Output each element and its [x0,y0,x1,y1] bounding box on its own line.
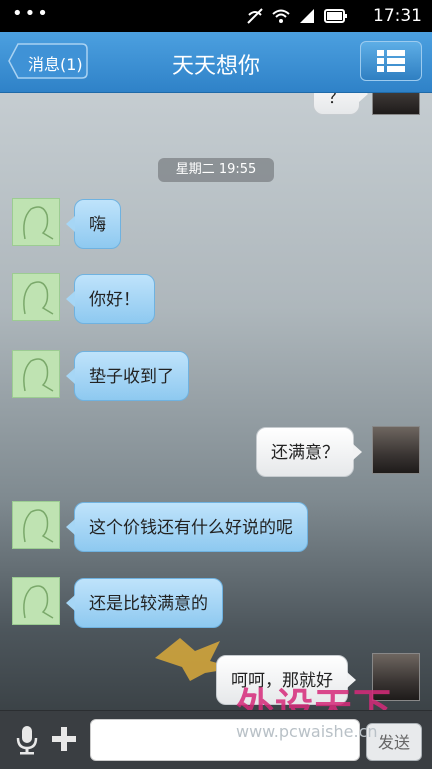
avatar-self[interactable] [372,426,420,474]
avatar-contact[interactable] [12,198,60,246]
message-bubble-incoming[interactable]: 垫子收到了 [66,351,189,401]
person-silhouette-icon [23,206,54,240]
plus-icon[interactable] [50,725,78,753]
avatar-contact[interactable] [12,577,60,625]
clock: 17:31 [373,6,422,26]
avatar-contact[interactable] [12,350,60,398]
avatar-contact[interactable] [12,501,60,549]
menu-button[interactable] [360,41,422,81]
message-bubble-incoming[interactable]: 这个价钱还有什么好说的呢 [66,502,308,552]
avatar-contact[interactable] [12,273,60,321]
list-menu-icon [377,50,405,72]
message-bubble-outgoing[interactable]: 还满意？ [256,427,362,477]
wifi-icon [272,9,290,23]
chat-header: 消息(1) 天天想你 [0,32,432,93]
person-silhouette-icon [23,281,54,315]
microphone-icon[interactable] [14,725,40,755]
message-bubble-outgoing[interactable]: ？ [313,93,368,115]
person-silhouette-icon [23,585,54,619]
cell-signal-icon [300,9,314,23]
battery-icon [324,9,347,23]
watermark-url: www.pcwaishe.cn [236,722,378,741]
message-bubble-incoming[interactable]: 你好！ [66,274,155,324]
no-signal-icon [247,8,263,24]
person-silhouette-icon [23,358,54,392]
notification-dots: ••• [12,3,50,24]
message-bubble-incoming[interactable]: 嗨 [66,199,121,249]
message-bubble-incoming[interactable]: 还是比较满意的 [66,578,223,628]
avatar-self[interactable] [372,93,420,115]
status-bar: ••• 17:31 [0,0,432,32]
status-icons [246,7,348,25]
message-list[interactable]: ？ 星期二 19:55 嗨 你好！ 垫子收到了 还满意？ 这个价钱还有什么好说的… [0,93,432,710]
message-timestamp: 星期二 19:55 [158,158,274,182]
person-silhouette-icon [23,509,54,543]
